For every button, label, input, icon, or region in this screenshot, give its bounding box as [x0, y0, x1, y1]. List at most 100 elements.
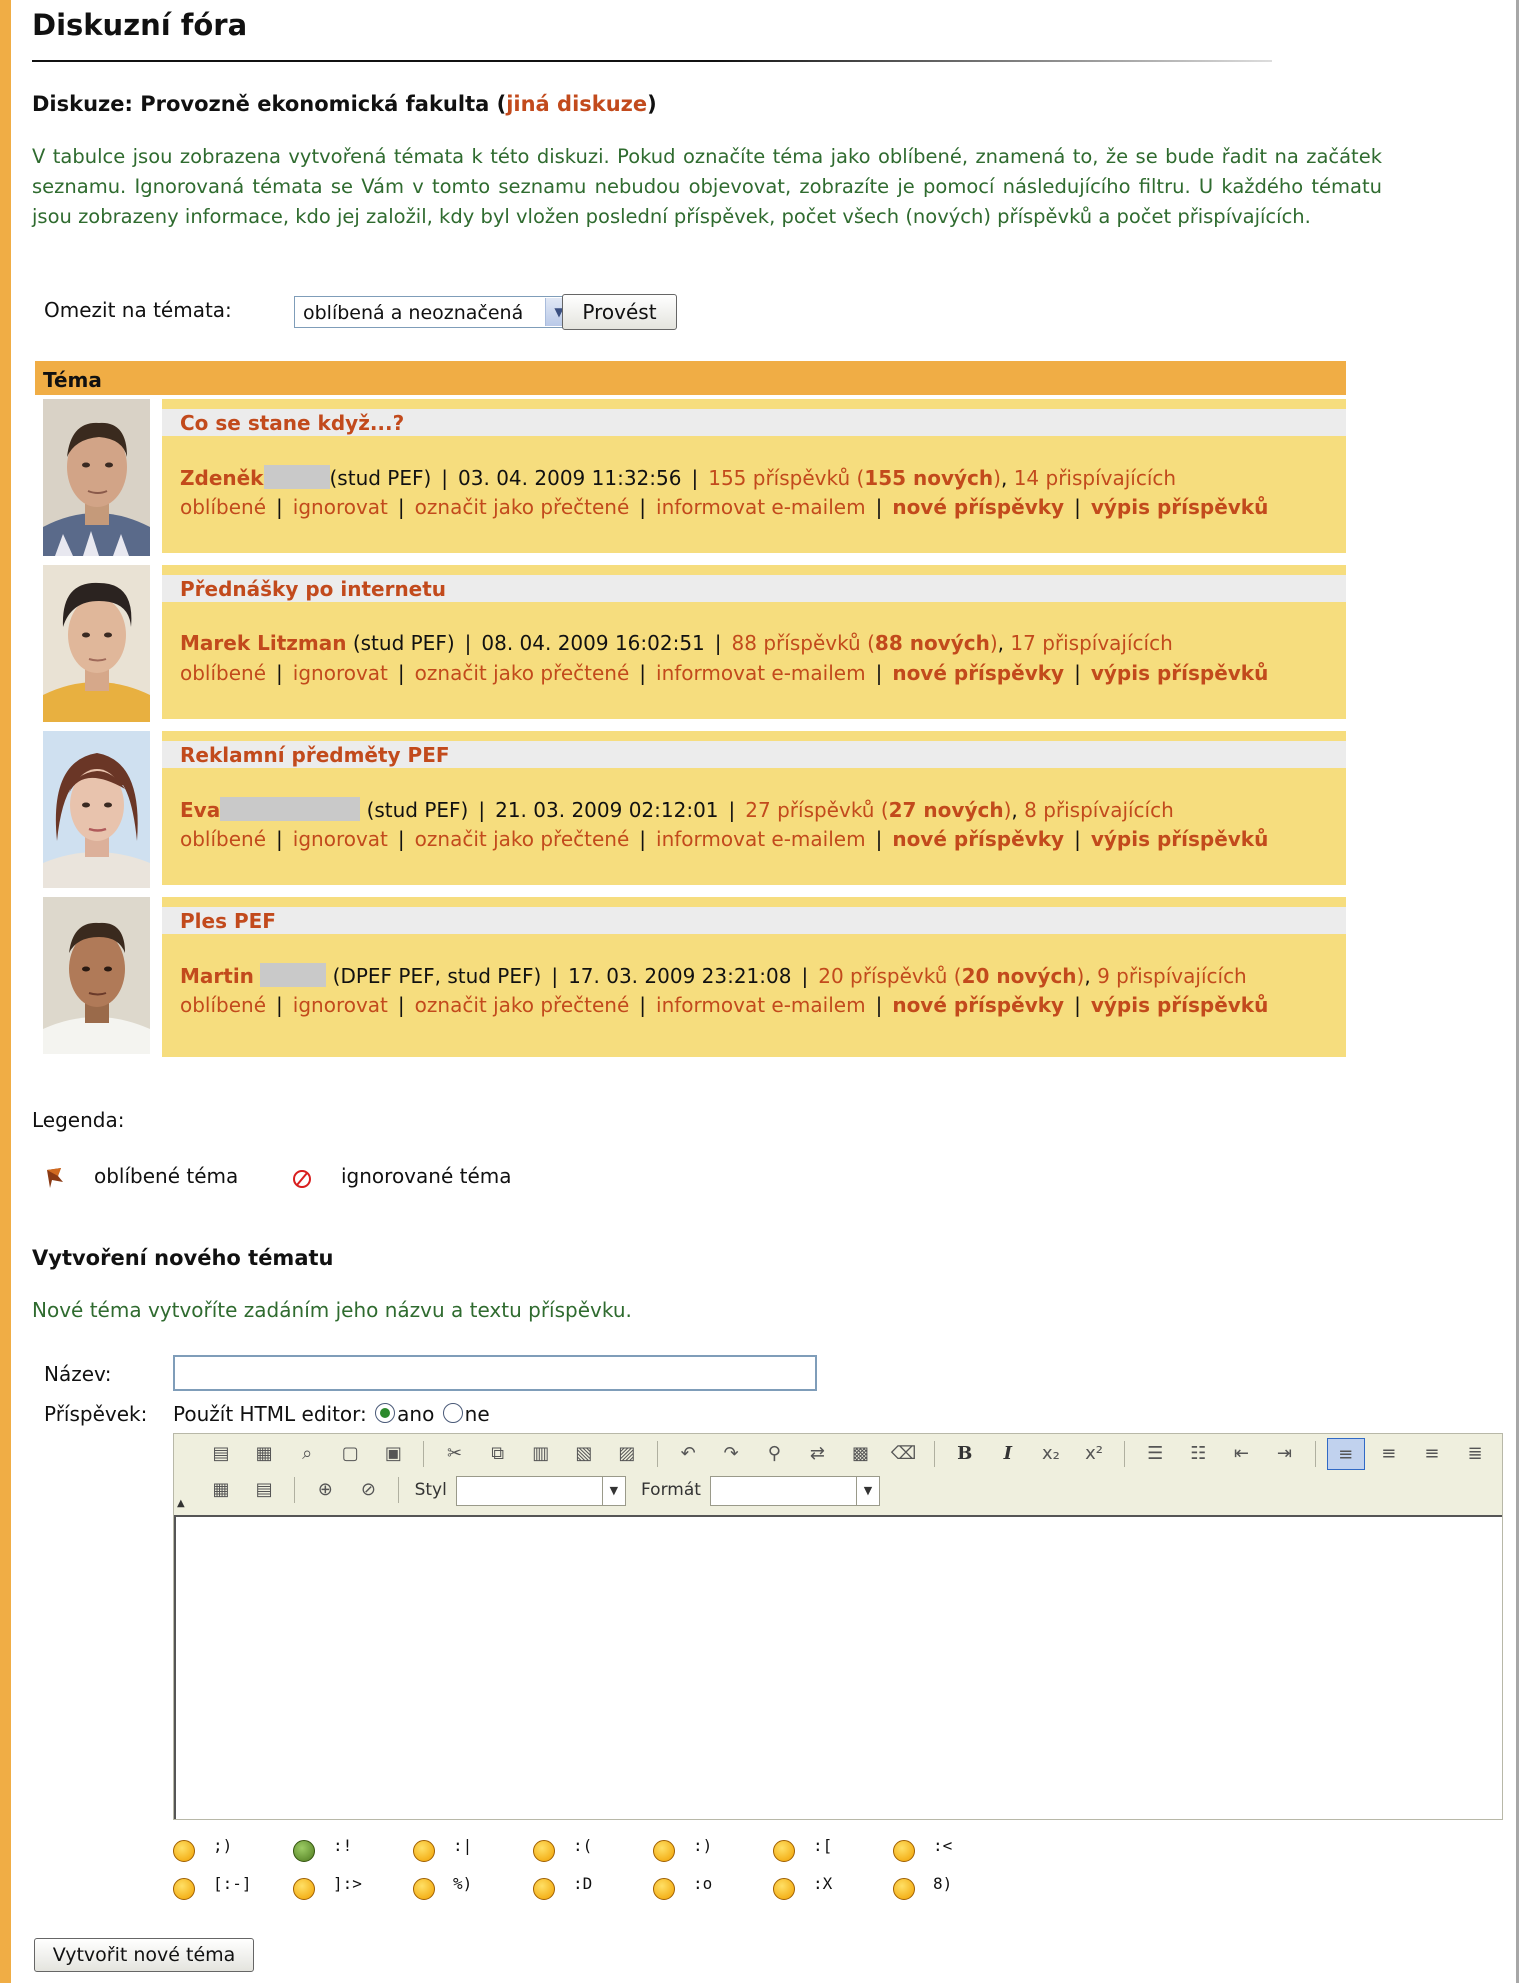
author-link[interactable]: Eva [180, 798, 220, 822]
smiley-button[interactable]: :( [533, 1836, 648, 1866]
mark-read-link[interactable]: označit jako přečtené [415, 827, 630, 851]
new-posts-count: 20 nových [961, 964, 1077, 988]
table-icon[interactable]: ▤ [245, 1474, 283, 1506]
italic-icon[interactable]: I [989, 1438, 1027, 1470]
new-posts-link[interactable]: nové příspěvky [892, 495, 1064, 519]
image-icon[interactable]: ▦ [202, 1474, 240, 1506]
author-link[interactable]: Zdeněk [180, 466, 264, 490]
favorite-link[interactable]: oblíbené [180, 661, 266, 685]
author-link[interactable]: Marek Litzman [180, 631, 346, 655]
ignore-link[interactable]: ignorovat [293, 993, 388, 1017]
chevron-down-icon[interactable]: ▼ [601, 1477, 625, 1505]
subscript-icon[interactable]: x₂ [1032, 1438, 1070, 1470]
favorite-link[interactable]: oblíbené [180, 827, 266, 851]
posts-count-link[interactable]: 27 příspěvků [745, 798, 874, 822]
list-posts-link[interactable]: výpis příspěvků [1091, 993, 1269, 1017]
mark-read-link[interactable]: označit jako přečtené [415, 495, 630, 519]
ignore-link[interactable]: ignorovat [293, 827, 388, 851]
align-left-icon[interactable]: ≡ [1326, 1438, 1365, 1470]
redo-icon[interactable]: ↷ [712, 1438, 750, 1470]
undo-icon[interactable]: ↶ [669, 1438, 707, 1470]
smiley-button[interactable]: ;) [173, 1836, 288, 1866]
topic-title-link[interactable]: Přednášky po internetu [180, 577, 446, 601]
preview-icon[interactable]: ⌕ [288, 1438, 326, 1470]
topic-title-link[interactable]: Reklamní předměty PEF [180, 743, 450, 767]
paste-word-icon[interactable]: ▨ [608, 1438, 646, 1470]
smiley-button[interactable]: [:-] [173, 1874, 288, 1904]
new-page-icon[interactable]: ▢ [331, 1438, 369, 1470]
smiley-button[interactable]: 8) [893, 1874, 1008, 1904]
smiley-button[interactable]: %) [413, 1874, 528, 1904]
ignore-link[interactable]: ignorovat [293, 661, 388, 685]
radio-no[interactable] [442, 1403, 463, 1423]
smiley-button[interactable]: :! [293, 1836, 408, 1866]
author-link[interactable]: Martin [180, 964, 254, 988]
align-right-icon[interactable]: ≡ [1413, 1438, 1451, 1470]
radio-yes[interactable] [375, 1403, 396, 1423]
mark-read-link[interactable]: označit jako přečtené [415, 993, 630, 1017]
replace-icon[interactable]: ⇄ [798, 1438, 836, 1470]
posts-count-link[interactable]: 88 příspěvků [732, 631, 861, 655]
select-all-icon[interactable]: ▩ [842, 1438, 880, 1470]
other-discussion-link[interactable]: jiná diskuze [506, 92, 647, 116]
posts-count-link[interactable]: 20 příspěvků [818, 964, 947, 988]
mark-read-link[interactable]: označit jako přečtené [415, 661, 630, 685]
paste-icon[interactable]: ▥ [522, 1438, 560, 1470]
favorite-link[interactable]: oblíbené [180, 495, 266, 519]
copy-icon[interactable]: ⧉ [479, 1438, 517, 1470]
outdent-icon[interactable]: ⇤ [1222, 1438, 1260, 1470]
notify-email-link[interactable]: informovat e-mailem [656, 661, 866, 685]
templates-icon[interactable]: ▣ [374, 1438, 412, 1470]
filter-select[interactable]: oblíbená a neoznačená ▼ [294, 296, 574, 328]
create-topic-button[interactable]: Vytvořit nové téma [34, 1938, 254, 1972]
smiley-button[interactable]: :| [413, 1836, 528, 1866]
notify-email-link[interactable]: informovat e-mailem [656, 827, 866, 851]
new-posts-link[interactable]: nové příspěvky [892, 993, 1064, 1017]
notify-email-link[interactable]: informovat e-mailem [656, 993, 866, 1017]
topic-title-link[interactable]: Co se stane když...? [180, 411, 404, 435]
format-select[interactable]: ▼ [710, 1476, 881, 1506]
numbered-list-icon[interactable]: ☰ [1136, 1438, 1174, 1470]
apply-filter-button[interactable]: Provést [562, 294, 677, 330]
smiley-icon [293, 1840, 315, 1862]
smiley-button[interactable]: :< [893, 1836, 1008, 1866]
remove-format-icon[interactable]: ⌫ [885, 1438, 923, 1470]
legend-ignored-label: ignorované téma [341, 1164, 512, 1188]
link-icon[interactable]: ⊕ [306, 1474, 344, 1506]
smiley-button[interactable]: :o [653, 1874, 768, 1904]
style-select[interactable]: ▼ [455, 1476, 626, 1506]
name-label: Název: [44, 1362, 112, 1386]
favorite-link[interactable]: oblíbené [180, 993, 266, 1017]
topic-name-input[interactable] [173, 1355, 817, 1391]
bold-icon[interactable]: B [946, 1438, 984, 1470]
post-label: Příspěvek: [44, 1402, 148, 1426]
collapse-toolbar-icon[interactable]: ▲ [177, 1498, 185, 1509]
chevron-down-icon[interactable]: ▼ [856, 1477, 879, 1505]
paste-text-icon[interactable]: ▧ [565, 1438, 603, 1470]
list-posts-link[interactable]: výpis příspěvků [1091, 827, 1269, 851]
smiley-button[interactable]: ]:> [293, 1874, 408, 1904]
bulleted-list-icon[interactable]: ☷ [1179, 1438, 1217, 1470]
editor-content-area[interactable] [174, 1515, 1502, 1819]
source-icon[interactable]: ▤ [202, 1438, 240, 1470]
align-center-icon[interactable]: ≡ [1370, 1438, 1408, 1470]
cut-icon[interactable]: ✂ [436, 1438, 474, 1470]
smiley-button[interactable]: :D [533, 1874, 648, 1904]
smiley-button[interactable]: :[ [773, 1836, 888, 1866]
new-posts-link[interactable]: nové příspěvky [892, 661, 1064, 685]
smiley-button[interactable]: :X [773, 1874, 888, 1904]
list-posts-link[interactable]: výpis příspěvků [1091, 495, 1269, 519]
indent-icon[interactable]: ⇥ [1266, 1438, 1304, 1470]
topic-title-link[interactable]: Ples PEF [180, 909, 276, 933]
notify-email-link[interactable]: informovat e-mailem [656, 495, 866, 519]
list-posts-link[interactable]: výpis příspěvků [1091, 661, 1269, 685]
superscript-icon[interactable]: x² [1075, 1438, 1113, 1470]
posts-count-link[interactable]: 155 příspěvků [708, 466, 850, 490]
align-justify-icon[interactable]: ≣ [1456, 1438, 1494, 1470]
unlink-icon[interactable]: ⊘ [349, 1474, 387, 1506]
smiley-button[interactable]: :) [653, 1836, 768, 1866]
find-icon[interactable]: ⚲ [755, 1438, 793, 1470]
ignore-link[interactable]: ignorovat [293, 495, 388, 519]
new-posts-link[interactable]: nové příspěvky [892, 827, 1064, 851]
save-icon[interactable]: ▦ [245, 1438, 283, 1470]
